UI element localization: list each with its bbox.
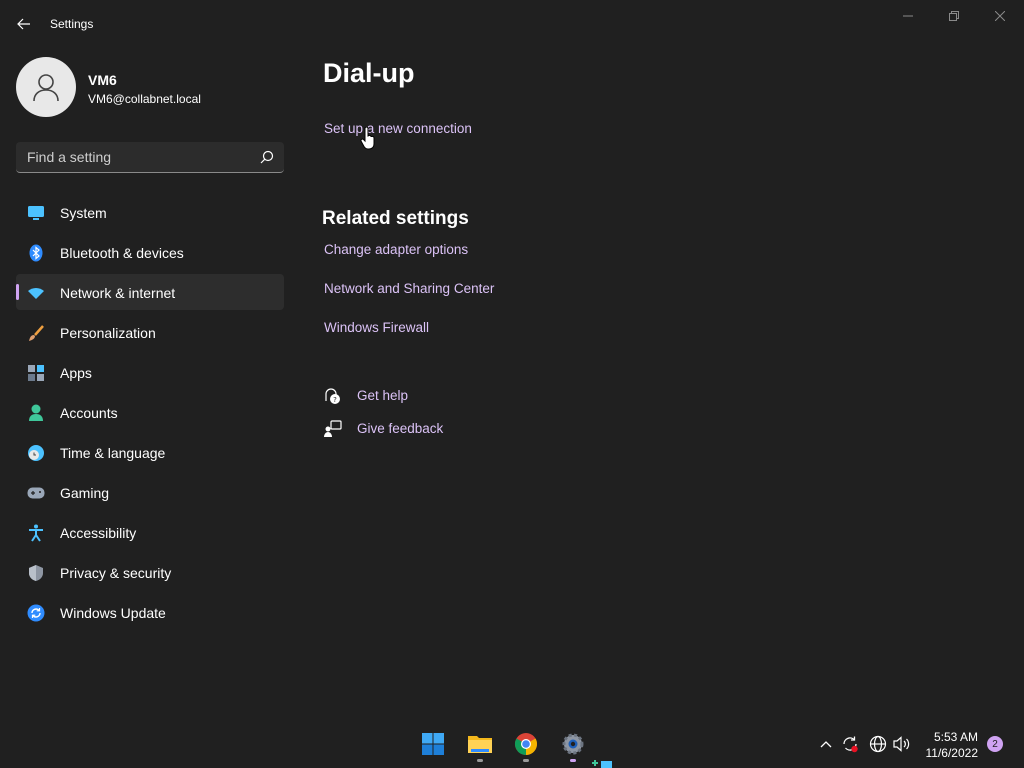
running-indicator xyxy=(570,759,576,762)
back-arrow-icon xyxy=(17,18,30,30)
app-title: Settings xyxy=(50,17,94,31)
search-placeholder: Find a setting xyxy=(27,149,112,165)
back-button[interactable] xyxy=(12,12,36,36)
avatar xyxy=(16,57,76,117)
sidebar-item-label: Accessibility xyxy=(60,525,137,541)
sidebar-item-label: Gaming xyxy=(60,485,110,501)
start-button[interactable] xyxy=(417,728,449,760)
network-plus-icon xyxy=(592,760,612,768)
close-icon xyxy=(995,11,1005,21)
tray-overflow[interactable] xyxy=(816,734,836,754)
sidebar-item-network[interactable]: Network & internet xyxy=(16,274,284,310)
volume-icon xyxy=(893,736,910,752)
taskbar-clock[interactable]: 5:53 AM 11/6/2022 xyxy=(918,729,979,761)
maximize-button[interactable] xyxy=(932,4,976,28)
chrome-icon xyxy=(515,733,537,755)
globe-icon xyxy=(869,735,887,753)
title-bar: Settings xyxy=(0,0,1024,48)
sidebar-item-bluetooth[interactable]: Bluetooth & devices xyxy=(16,234,284,270)
sidebar-item-gaming[interactable]: Gaming xyxy=(16,474,284,510)
shield-icon xyxy=(27,564,45,582)
minimize-button[interactable] xyxy=(886,4,930,28)
taskbar: 5:53 AM 11/6/2022 2 xyxy=(0,720,1024,768)
sidebar-item-accounts[interactable]: Accounts xyxy=(16,394,284,430)
gamepad-icon xyxy=(27,484,45,502)
clock-time: 5:53 AM xyxy=(933,730,978,744)
taskbar-file-explorer[interactable] xyxy=(464,728,496,762)
sidebar-item-label: Accounts xyxy=(60,405,118,421)
user-email: VM6@collabnet.local xyxy=(88,92,201,106)
file-explorer-icon xyxy=(468,736,492,753)
sidebar-item-label: Windows Update xyxy=(60,605,166,621)
get-help-row[interactable]: ? Get help xyxy=(323,385,408,407)
sidebar-item-personalization[interactable]: Personalization xyxy=(16,314,284,350)
clock-date: 11/6/2022 xyxy=(925,746,979,760)
user-name: VM6 xyxy=(88,72,117,88)
bluetooth-icon xyxy=(27,244,45,262)
setup-connection-link[interactable]: Set up a new connection xyxy=(324,121,472,136)
svg-text:?: ? xyxy=(333,396,337,404)
person-icon xyxy=(33,74,59,102)
update-icon xyxy=(27,604,45,622)
sidebar-item-label: System xyxy=(60,205,107,221)
sidebar-item-label: Apps xyxy=(60,365,92,381)
sidebar-item-label: Network & internet xyxy=(60,285,176,301)
accessibility-icon xyxy=(27,524,45,542)
search-icon xyxy=(260,150,274,164)
minimize-icon xyxy=(903,15,913,17)
sidebar-item-label: Privacy & security xyxy=(60,565,172,581)
brush-icon xyxy=(27,324,45,342)
search-input[interactable]: Find a setting xyxy=(16,142,284,173)
sidebar-item-privacy[interactable]: Privacy & security xyxy=(16,554,284,590)
user-profile[interactable]: VM6 VM6@collabnet.local xyxy=(16,57,286,117)
close-button[interactable] xyxy=(978,4,1022,28)
chevron-up-icon xyxy=(820,741,832,748)
page-title: Dial-up xyxy=(323,58,415,88)
running-indicator xyxy=(477,759,483,762)
help-chat-icon: ? xyxy=(323,386,343,406)
globe-clock-icon xyxy=(27,444,45,462)
tray-network[interactable] xyxy=(868,734,888,754)
change-adapter-options-link[interactable]: Change adapter options xyxy=(324,242,468,257)
account-icon xyxy=(27,404,45,422)
tray-volume[interactable] xyxy=(892,734,912,754)
apps-icon xyxy=(27,364,45,382)
sidebar-item-system[interactable]: System xyxy=(16,194,284,230)
sidebar-item-label: Bluetooth & devices xyxy=(60,245,184,261)
running-indicator xyxy=(523,759,529,762)
sidebar-item-windows-update[interactable]: Windows Update xyxy=(16,594,284,630)
active-indicator xyxy=(16,284,19,300)
give-feedback-link[interactable]: Give feedback xyxy=(357,421,443,436)
sidebar-item-label: Personalization xyxy=(60,325,156,341)
sidebar-item-apps[interactable]: Apps xyxy=(16,354,284,390)
maximize-icon xyxy=(949,11,959,21)
sidebar-nav: System Bluetooth & devices Network & int… xyxy=(16,194,284,634)
windows-start-icon xyxy=(422,733,444,755)
get-help-link[interactable]: Get help xyxy=(357,388,408,403)
windows-firewall-link[interactable]: Windows Firewall xyxy=(324,320,429,335)
tray-sync[interactable] xyxy=(840,734,860,754)
notification-badge[interactable]: 2 xyxy=(987,736,1003,752)
give-feedback-row[interactable]: Give feedback xyxy=(323,418,443,440)
feedback-icon xyxy=(323,419,343,439)
sidebar-item-label: Time & language xyxy=(60,445,166,461)
sidebar-item-time-language[interactable]: Time & language xyxy=(16,434,284,470)
network-sharing-center-link[interactable]: Network and Sharing Center xyxy=(324,281,494,296)
sync-alert-icon xyxy=(843,736,858,753)
taskbar-chrome[interactable] xyxy=(510,728,542,762)
related-settings-title: Related settings xyxy=(322,208,469,229)
settings-gear-icon xyxy=(562,733,584,755)
taskbar-settings[interactable] xyxy=(557,728,589,762)
sidebar-item-accessibility[interactable]: Accessibility xyxy=(16,514,284,550)
monitor-icon xyxy=(27,204,45,222)
wifi-icon xyxy=(27,284,45,302)
